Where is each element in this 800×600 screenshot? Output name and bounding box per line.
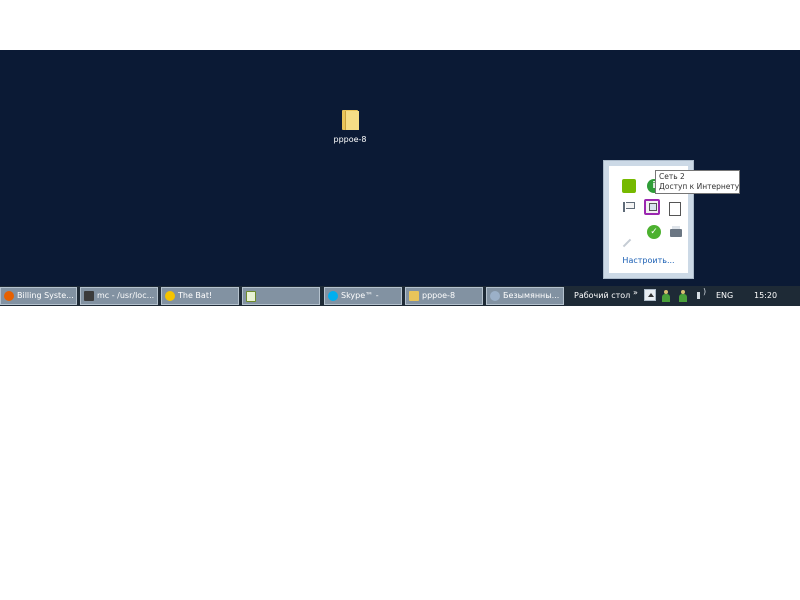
flag-icon[interactable] [623,202,635,212]
desktop: pppoe-8 i ✓ Настроить... Сеть 2 Доступ к… [0,50,800,286]
network-tooltip: Сеть 2 Доступ к Интернету [655,170,740,194]
pen-icon[interactable] [622,238,632,248]
taskbar-button-paint[interactable]: Безымянны... [486,287,564,305]
folder-icon [409,291,419,301]
network-icon[interactable] [644,199,660,215]
paint-icon [490,291,500,301]
taskbar-button-label: Безымянны... [503,291,560,300]
taskbar-button-label: mc - /usr/loc... [97,291,155,300]
taskbar-button-label: The Bat! [178,291,213,300]
show-hidden-icons-button[interactable] [644,289,656,301]
skype-icon [328,291,338,301]
customize-link[interactable]: Настроить... [609,256,688,265]
taskbar-button-document[interactable] [242,287,320,305]
document-icon [246,291,256,302]
taskbar: Billing Syste... mc - /usr/loc... The Ba… [0,286,800,306]
taskbar-button-skype[interactable]: Skype™ - [324,287,402,305]
desktop-icon-label: pppoe-8 [333,135,367,144]
taskbar-button-pppoe-8[interactable]: pppoe-8 [405,287,483,305]
taskbar-button-label: pppoe-8 [422,291,456,300]
folder-icon [342,110,359,130]
user-status-icon[interactable] [679,290,687,302]
the-bat-icon [165,291,175,301]
tooltip-status: Доступ к Интернету [659,182,740,191]
printer-icon[interactable] [670,226,682,237]
user-status-icon[interactable] [662,290,670,302]
toolbar-chevron[interactable]: » [633,288,638,297]
taskbar-button-mc[interactable]: mc - /usr/loc... [80,287,158,305]
volume-icon[interactable] [697,287,706,299]
taskbar-button-label: Skype™ - [341,291,379,300]
language-indicator[interactable]: ENG [716,286,733,306]
taskbar-button-label: Billing Syste... [17,291,74,300]
firefox-icon [4,291,14,301]
taskbar-button-the-bat[interactable]: The Bat! [161,287,239,305]
desktop-toolbar-label[interactable]: Рабочий стол [574,286,630,306]
terminal-icon [84,291,94,301]
tooltip-title: Сеть 2 [659,172,685,181]
document-icon[interactable] [669,202,681,216]
taskbar-button-billing[interactable]: Billing Syste... [0,287,77,305]
nvidia-icon[interactable] [622,179,636,193]
check-shield-icon[interactable]: ✓ [647,225,661,239]
clock[interactable]: 15:20 [754,286,777,306]
desktop-icon-pppoe-8[interactable]: pppoe-8 [325,110,375,144]
